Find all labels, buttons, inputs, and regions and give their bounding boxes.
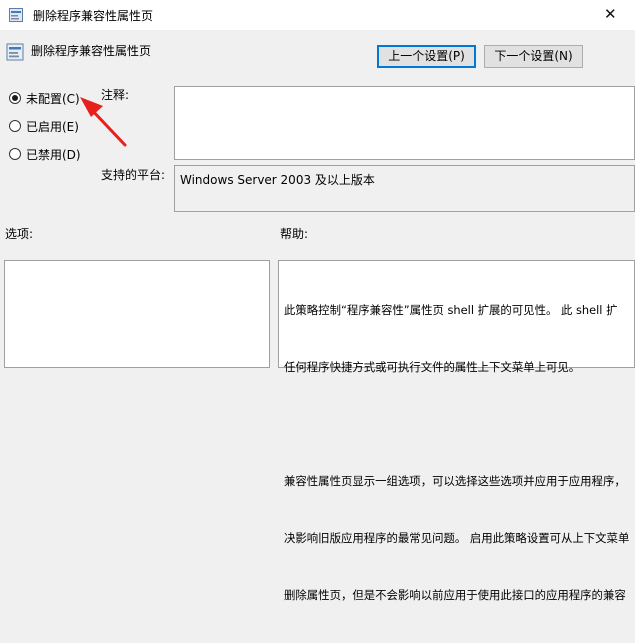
help-line [284,415,634,434]
help-line: 决影响旧版应用程序的最常见问题。 启用此策略设置可从上下文菜单 [284,531,630,545]
annotation-arrow-icon [80,97,127,147]
help-line: 兼容性属性页显示一组选项，可以选择这些选项并应用于应用程序， [284,474,626,488]
help-line: 删除属性页，但是不会影响以前应用于使用此接口的应用程序的兼容 [284,588,626,602]
